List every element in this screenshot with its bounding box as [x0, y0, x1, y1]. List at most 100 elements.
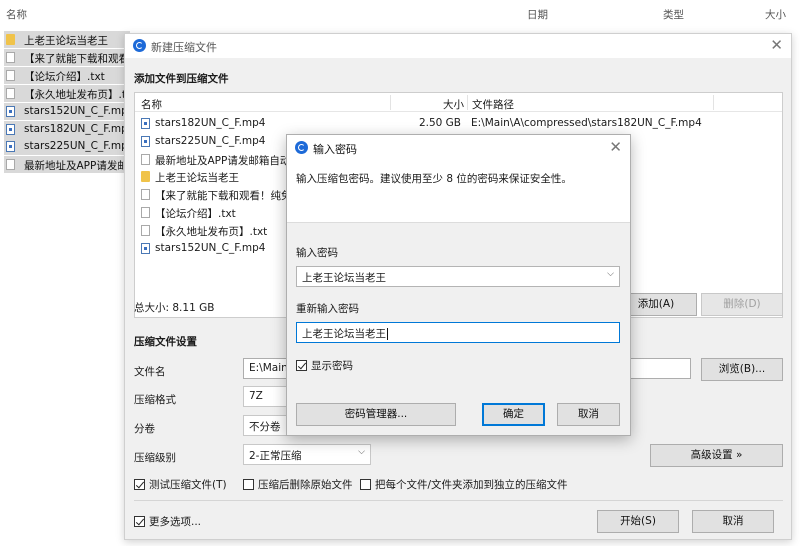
- file-list-name: 最新地址及APP请发邮箱自动发: [155, 154, 301, 167]
- column-size[interactable]: 大小: [765, 7, 786, 22]
- ok-button[interactable]: 确定: [482, 403, 545, 426]
- file-list-name: 上老王论坛当老王: [155, 172, 239, 185]
- password-input[interactable]: 上老王论坛当老王 ⌵: [296, 266, 620, 287]
- file-list-name: 【论坛介绍】.txt: [155, 208, 236, 220]
- explorer-file-name: 最新地址及APP请发邮: [24, 160, 128, 173]
- separate-archives-checkbox[interactable]: 把每个文件/文件夹添加到独立的压缩文件: [360, 477, 568, 492]
- format-label: 压缩格式: [134, 394, 176, 406]
- close-icon[interactable]: ✕: [770, 36, 783, 54]
- show-password-checkbox[interactable]: 显示密码: [296, 358, 353, 373]
- enter-password-label: 输入密码: [296, 247, 338, 259]
- split-value: 不分卷: [249, 421, 281, 433]
- checkbox-unchecked: [243, 479, 254, 490]
- settings-title: 压缩文件设置: [134, 336, 197, 348]
- document-icon: [141, 207, 150, 218]
- explorer-file-name: stars182UN_C_F.mp4: [24, 122, 130, 135]
- explorer-column-header: 名称 ⌃ 日期 类型 大小: [0, 0, 800, 28]
- explorer-file-row[interactable]: 【永久地址发布页】.tx: [4, 84, 130, 102]
- explorer-file-row[interactable]: 【来了就能下载和观看: [4, 48, 130, 66]
- show-password-label: 显示密码: [311, 360, 353, 372]
- column-type[interactable]: 类型: [663, 7, 684, 22]
- level-label: 压缩级别: [134, 452, 176, 464]
- delete-after-checkbox[interactable]: 压缩后删除原始文件: [243, 477, 353, 492]
- close-icon[interactable]: ✕: [609, 138, 622, 156]
- file-list-name: 【来了就能下载和观看！纯免费: [155, 190, 302, 203]
- password-description: 输入压缩包密码。建议使用至少 8 位的密码来保证安全性。: [296, 173, 572, 185]
- checkbox-checked: [134, 516, 145, 527]
- explorer-file-name: 【永久地址发布页】.tx: [24, 88, 130, 101]
- cancel-button[interactable]: 取消: [692, 510, 774, 533]
- file-list-name: stars225UN_C_F.mp4: [155, 134, 266, 147]
- explorer-file-row[interactable]: 上老王论坛当老王: [4, 31, 130, 48]
- document-icon: [6, 69, 15, 81]
- password-dialog: 输入密码 ✕ 输入压缩包密码。建议使用至少 8 位的密码来保证安全性。 输入密码…: [286, 134, 631, 436]
- password-description-panel: 输入压缩包密码。建议使用至少 8 位的密码来保证安全性。: [287, 161, 630, 223]
- delete-after-label: 压缩后删除原始文件: [258, 479, 353, 491]
- password-dialog-titlebar: 输入密码 ✕: [287, 135, 630, 161]
- column-name[interactable]: 名称: [6, 7, 27, 22]
- app-logo-icon: [133, 39, 146, 52]
- divider: [134, 500, 783, 501]
- explorer-file-row[interactable]: stars182UN_C_F.mp4: [4, 120, 130, 138]
- checkbox-checked: [134, 479, 145, 490]
- level-select[interactable]: 2-正常压缩 ⌵: [243, 444, 371, 465]
- file-list-size: 2.50 GB: [418, 117, 461, 129]
- level-value: 2-正常压缩: [249, 450, 302, 462]
- video-file-icon: [141, 242, 150, 254]
- format-value: 7Z: [249, 390, 263, 402]
- explorer-file-name: 【来了就能下载和观看: [24, 52, 129, 65]
- explorer-file-row[interactable]: stars152UN_C_F.mp4: [4, 102, 130, 120]
- header-size[interactable]: 大小: [443, 97, 464, 112]
- reenter-password-input[interactable]: 上老王论坛当老王: [296, 322, 620, 343]
- filename-label: 文件名: [134, 366, 166, 378]
- app-logo-icon: [295, 141, 308, 154]
- video-file-icon: [141, 135, 150, 147]
- browse-button[interactable]: 浏览(B)...: [701, 358, 783, 381]
- dialog-titlebar: 新建压缩文件 ✕: [125, 34, 791, 58]
- column-date[interactable]: 日期: [527, 7, 548, 22]
- checkbox-unchecked: [360, 479, 371, 490]
- dialog-title: 新建压缩文件: [151, 41, 217, 54]
- chevron-up-icon: ⌃: [258, 0, 266, 6]
- video-file-icon: [6, 123, 15, 135]
- delete-button[interactable]: 删除(D): [701, 293, 783, 316]
- explorer-file-row[interactable]: 最新地址及APP请发邮: [4, 156, 130, 174]
- reenter-password-value: 上老王论坛当老王: [302, 328, 386, 340]
- password-value: 上老王论坛当老王: [302, 272, 386, 284]
- file-list-path: E:\Main\A\compressed\stars182UN_C_F.mp4: [471, 117, 702, 129]
- header-name[interactable]: 名称: [141, 97, 162, 112]
- reenter-password-label: 重新输入密码: [296, 303, 359, 315]
- password-manager-button[interactable]: 密码管理器...: [296, 403, 456, 426]
- file-list-name: stars152UN_C_F.mp4: [155, 241, 266, 254]
- folder-icon: [6, 34, 15, 45]
- explorer-file-row[interactable]: 【论坛介绍】.txt: [4, 66, 130, 84]
- video-file-icon: [6, 105, 15, 117]
- explorer-file-row[interactable]: stars225UN_C_F.mp4: [4, 138, 130, 156]
- video-file-icon: [6, 141, 15, 153]
- explorer-file-name: stars152UN_C_F.mp4: [24, 104, 130, 117]
- explorer-file-name: stars225UN_C_F.mp4: [24, 140, 130, 153]
- chevron-down-icon[interactable]: ⌵: [607, 269, 614, 279]
- password-cancel-button[interactable]: 取消: [557, 403, 620, 426]
- video-file-icon: [141, 118, 150, 129]
- test-archive-checkbox[interactable]: 测试压缩文件(T): [134, 477, 227, 492]
- document-icon: [6, 87, 15, 99]
- separate-archives-label: 把每个文件/文件夹添加到独立的压缩文件: [375, 479, 568, 491]
- total-size: 总大小: 8.11 GB: [134, 302, 215, 314]
- chevron-down-icon: ⌵: [358, 447, 365, 457]
- test-archive-label: 测试压缩文件(T): [149, 479, 227, 491]
- add-files-title: 添加文件到压缩文件: [134, 73, 229, 85]
- document-icon: [141, 153, 150, 165]
- more-options-label: 更多选项...: [149, 516, 202, 528]
- advanced-settings-button[interactable]: 高级设置 »: [650, 444, 783, 467]
- explorer-file-name: 上老王论坛当老王: [24, 35, 108, 47]
- start-button[interactable]: 开始(S): [597, 510, 679, 533]
- file-list-name: stars182UN_C_F.mp4: [155, 117, 266, 129]
- file-list-header: 名称 大小 文件路径: [135, 93, 782, 112]
- file-list-row[interactable]: stars182UN_C_F.mp4 2.50 GB E:\Main\A\compr…: [135, 115, 782, 132]
- split-label: 分卷: [134, 423, 155, 435]
- document-icon: [6, 159, 15, 171]
- more-options-checkbox[interactable]: 更多选项...: [134, 514, 201, 529]
- header-path[interactable]: 文件路径: [472, 97, 514, 112]
- document-icon: [141, 224, 150, 236]
